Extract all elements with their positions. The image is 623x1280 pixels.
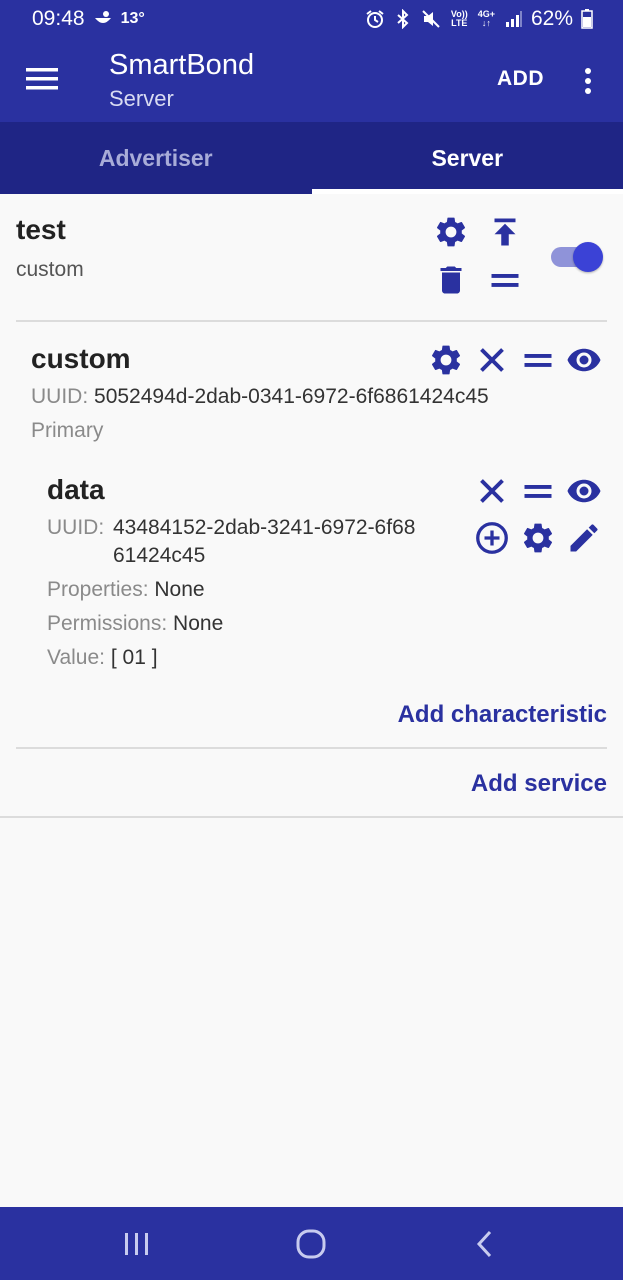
service-uuid-label: UUID: [31,385,89,408]
upload-icon[interactable] [487,214,523,250]
add-button[interactable]: ADD [497,67,544,91]
properties-label: Properties: [47,578,149,601]
bluetooth-icon [395,9,411,29]
status-temperature: 13° [120,10,145,27]
more-options-icon[interactable] [582,66,594,96]
network-bottom: ↓↑ [481,18,491,28]
app-bar: SmartBond Server ADD [0,38,623,122]
reorder-icon[interactable] [520,342,556,378]
volte-bottom: LTE [451,18,468,28]
close-icon[interactable] [474,473,510,509]
battery-percent: 62% [530,7,573,30]
value-row: Value: [ 01 ] [47,646,158,670]
characteristic-name: data [47,474,105,505]
status-left: 09:48 13° [32,7,145,31]
permissions-label: Permissions: [47,612,168,635]
properties-row: Properties: None [47,578,205,602]
eye-icon[interactable] [566,473,602,509]
add-characteristic-button[interactable]: Add characteristic [398,701,607,729]
alarm-icon [365,9,385,29]
server-enable-toggle[interactable] [551,240,603,274]
add-circle-icon[interactable] [474,520,510,556]
divider [16,320,607,322]
status-right: Vo)) LTE 4G+ ↓↑ 62% [365,7,593,31]
signal-icon [505,10,523,28]
app-titles: SmartBond Server [109,48,254,114]
tab-server[interactable]: Server [311,122,623,194]
reorder-icon[interactable] [520,473,556,509]
close-icon[interactable] [474,342,510,378]
characteristic-uuid-row: UUID: [47,516,104,540]
reorder-icon[interactable] [487,262,523,298]
network-indicator: 4G+ ↓↑ [478,10,495,28]
gear-icon[interactable] [428,342,464,378]
app-subtitle: Server [109,86,174,111]
value-value: [ 01 ] [110,646,158,669]
app-title: SmartBond [109,49,255,81]
toggle-thumb [573,242,603,272]
properties-value: None [154,578,205,601]
volte-indicator: Vo)) LTE [451,10,468,28]
value-label: Value: [47,646,105,669]
service-name: custom [31,343,131,374]
system-nav-bar [0,1207,623,1280]
permissions-row: Permissions: None [47,612,223,636]
server-name: test [16,214,66,245]
weather-icon [93,10,113,28]
service-kind: Primary [31,419,104,442]
eye-icon[interactable] [566,342,602,378]
mute-icon [421,9,441,29]
characteristic-uuid-line1: 43484152-2dab-3241-6972-6f68 [113,516,416,539]
divider [0,816,623,818]
tab-bar: Advertiser Server [0,122,623,194]
delete-icon[interactable] [433,262,469,298]
recent-apps-icon[interactable] [117,1225,157,1263]
status-bar: 09:48 13° Vo)) LTE 4G+ ↓↑ 62% [0,0,623,38]
status-time: 09:48 [32,7,85,30]
battery-icon [581,9,593,29]
add-service-button[interactable]: Add service [471,770,607,798]
edit-icon[interactable] [566,520,602,556]
server-type: custom [16,258,84,281]
service-uuid: 5052494d-2dab-0341-6972-6f6861424c45 [94,385,489,408]
tab-advertiser[interactable]: Advertiser [0,122,312,194]
home-icon[interactable] [291,1225,331,1263]
divider [16,747,607,749]
characteristic-uuid-label: UUID: [47,516,105,539]
permissions-value: None [173,612,224,635]
menu-icon[interactable] [26,66,58,92]
characteristic-uuid-line2: 61424c45 [113,544,206,567]
gear-icon[interactable] [520,520,556,556]
gear-icon[interactable] [433,214,469,250]
back-icon[interactable] [465,1225,505,1263]
service-uuid-row: UUID: 5052494d-2dab-0341-6972-6f6861424c… [31,385,489,409]
